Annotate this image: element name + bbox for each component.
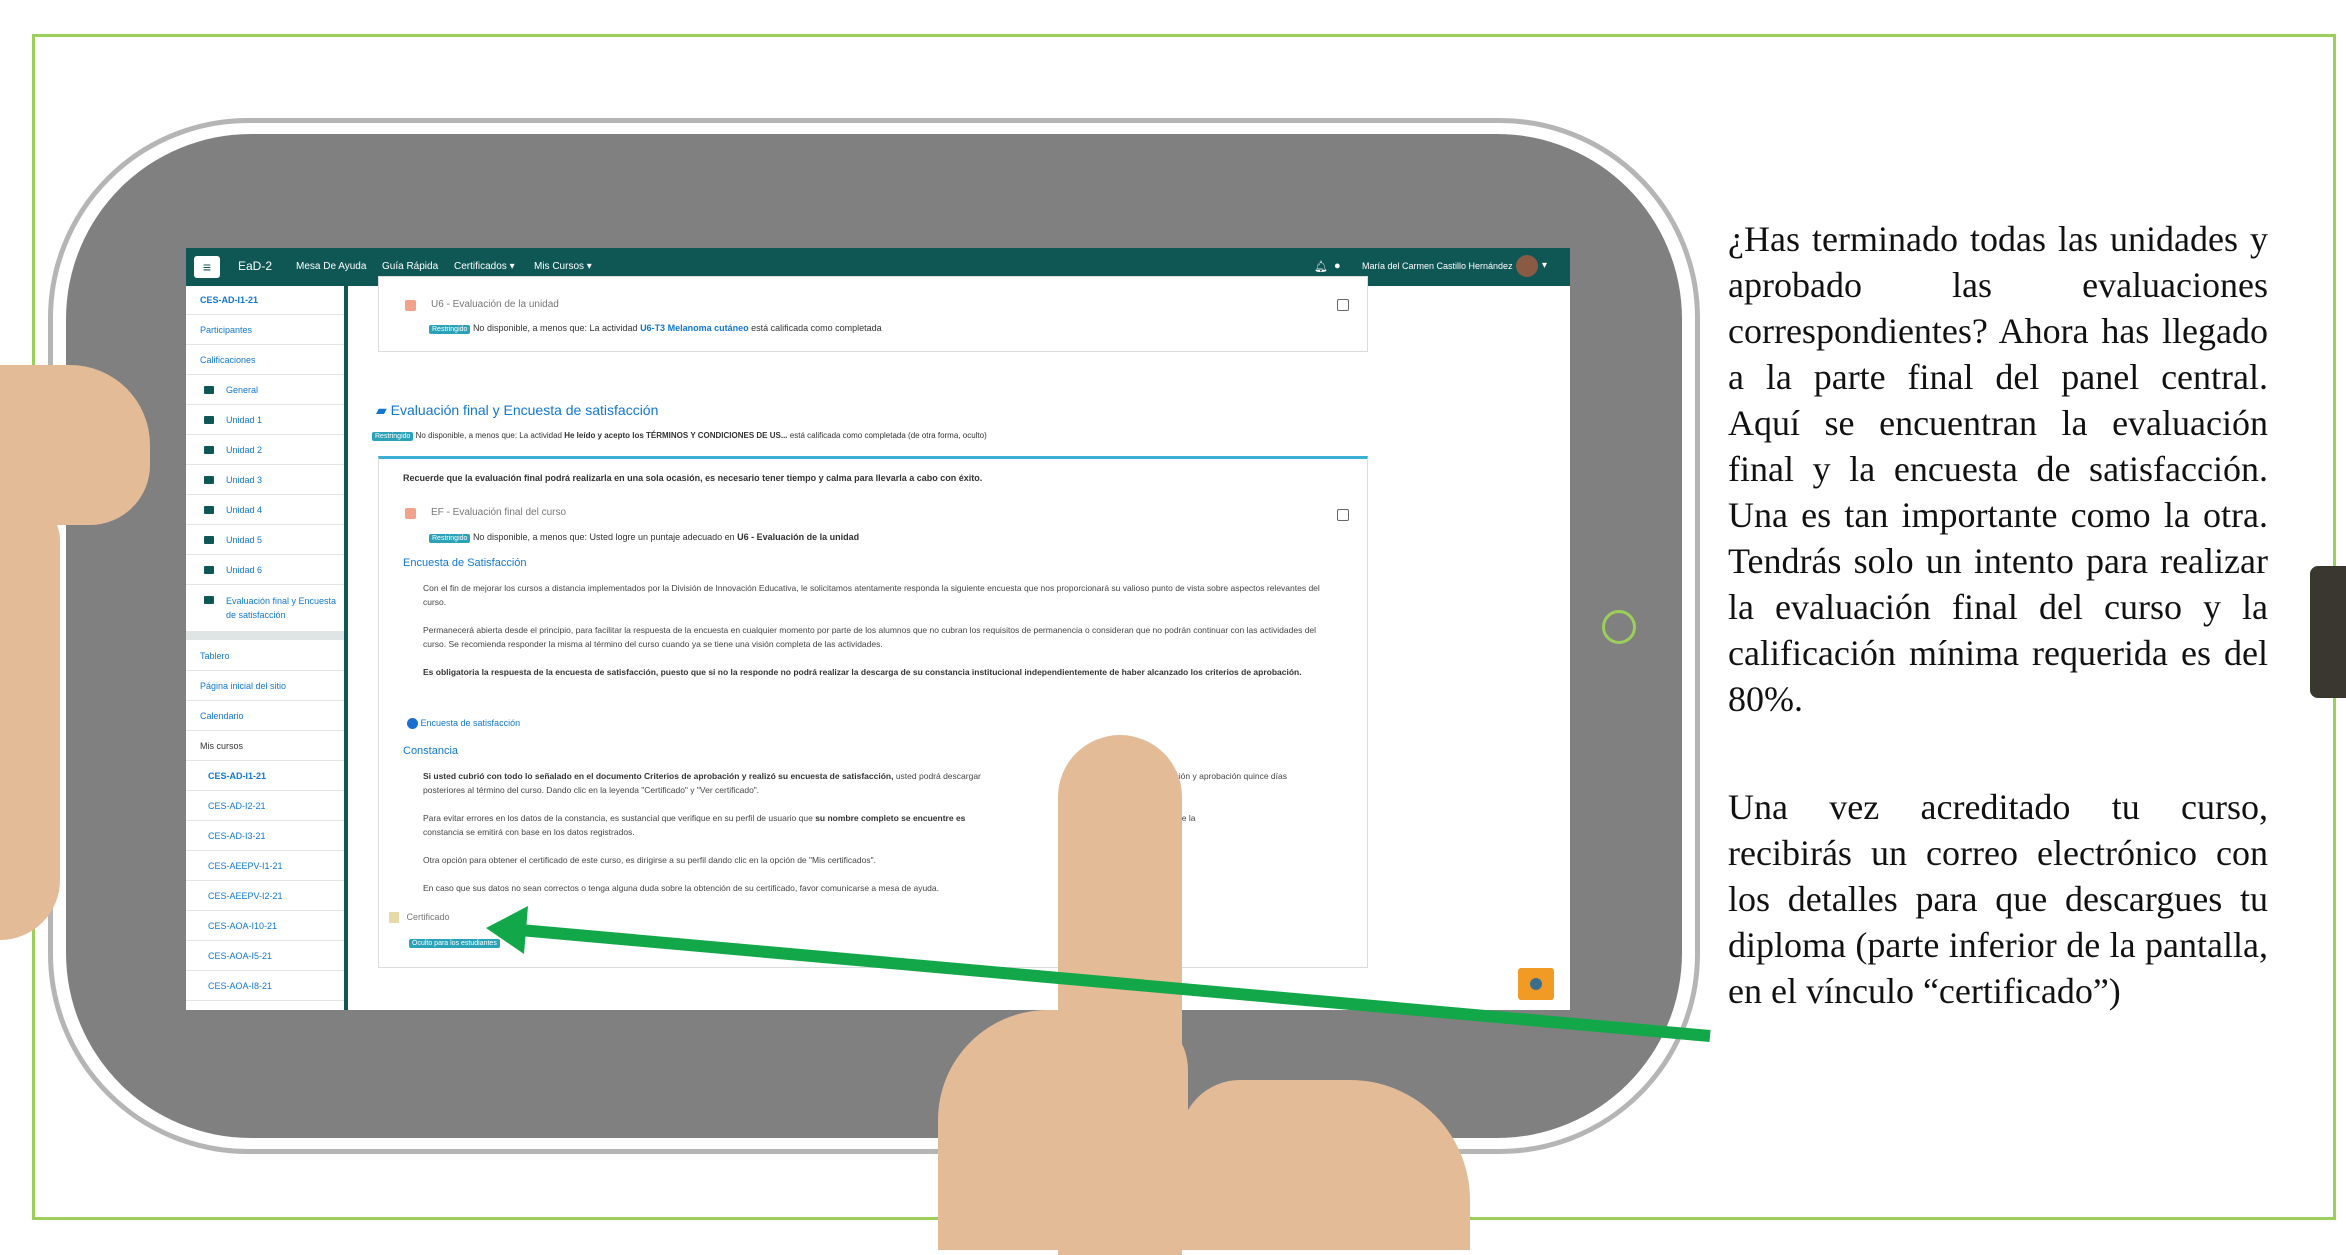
explanation-paragraph-2: Una vez acreditado tu curso, recibirás u…	[1728, 787, 2268, 1011]
explanation-paragraph-1: ¿Has terminado todas las unidades y apro…	[1728, 219, 2268, 719]
